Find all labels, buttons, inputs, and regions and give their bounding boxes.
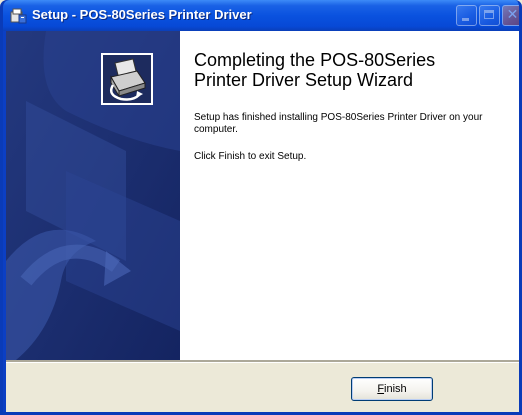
- finish-label: inish: [384, 383, 407, 395]
- setup-installer-icon: [10, 7, 27, 24]
- close-icon: ✕: [506, 7, 519, 23]
- minimize-icon: [462, 18, 469, 21]
- maximize-button[interactable]: [479, 5, 500, 26]
- banner-artwork: [6, 31, 180, 360]
- printer-wizard-icon: [101, 53, 153, 105]
- close-button[interactable]: ✕: [502, 5, 519, 26]
- wizard-footer: Finish: [6, 363, 519, 412]
- maximize-icon: [484, 10, 494, 19]
- exit-instruction: Click Finish to exit Setup.: [194, 151, 307, 162]
- title-bar[interactable]: Setup - POS-80Series Printer Driver ✕: [3, 0, 519, 31]
- setup-window: Setup - POS-80Series Printer Driver ✕ Co…: [0, 0, 522, 415]
- finish-button[interactable]: Finish: [351, 377, 433, 401]
- wizard-side-banner: [6, 31, 180, 360]
- window-title: Setup - POS-80Series Printer Driver: [32, 7, 252, 22]
- wizard-content: Completing the POS-80Series Printer Driv…: [6, 31, 519, 360]
- completion-message: Setup has finished installing POS-80Seri…: [194, 112, 483, 135]
- minimize-button[interactable]: [456, 5, 477, 26]
- wizard-heading: Completing the POS-80Series Printer Driv…: [194, 50, 436, 90]
